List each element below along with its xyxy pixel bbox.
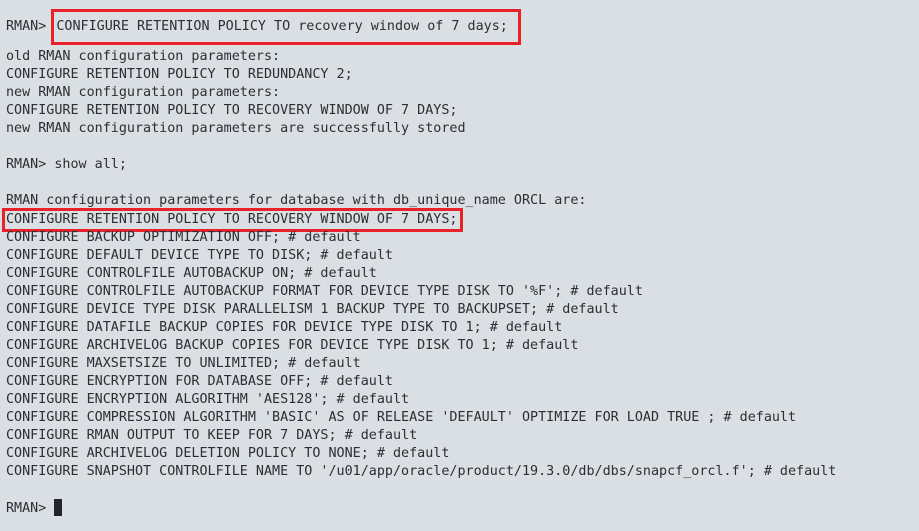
output-line: new RMAN configuration parameters are su… (6, 121, 466, 137)
config-line: CONFIGURE DEFAULT DEVICE TYPE TO DISK; #… (6, 247, 393, 263)
highlighted-retention-policy: CONFIGURE RETENTION POLICY TO RECOVERY W… (1, 207, 464, 232)
rman-prompt: RMAN> (6, 501, 55, 517)
highlighted-output-line: CONFIGURE RETENTION POLICY TO RECOVERY W… (1, 207, 919, 232)
command-text: show all; (54, 157, 127, 173)
config-line: CONFIGURE ENCRYPTION ALGORITHM 'AES128';… (6, 391, 410, 407)
config-line: CONFIGURE CONTROLFILE AUTOBACKUP FORMAT … (6, 283, 643, 299)
config-line: CONFIGURE DATAFILE BACKUP COPIES FOR DEV… (6, 319, 563, 335)
terminal-window[interactable]: RMAN> CONFIGURE RETENTION POLICY TO reco… (0, 0, 919, 531)
rman-prompt: RMAN> (6, 157, 55, 173)
output-line: CONFIGURE RETENTION POLICY TO RECOVERY W… (6, 103, 458, 119)
show-all-header: RMAN configuration parameters for databa… (6, 193, 587, 209)
config-line: CONFIGURE DEVICE TYPE DISK PARALLELISM 1… (6, 301, 619, 317)
config-line: CONFIGURE CONTROLFILE AUTOBACKUP ON; # d… (6, 265, 377, 281)
config-line: CONFIGURE BACKUP OPTIMIZATION OFF; # def… (6, 229, 361, 245)
output-line: old RMAN configuration parameters: (6, 49, 281, 65)
config-line: CONFIGURE RMAN OUTPUT TO KEEP FOR 7 DAYS… (6, 428, 418, 444)
prompt-line-3[interactable]: RMAN> (6, 499, 919, 517)
text-cursor[interactable] (54, 499, 63, 517)
config-line: CONFIGURE ENCRYPTION FOR DATABASE OFF; #… (6, 373, 393, 389)
prompt-line-2: RMAN> show all; (6, 156, 919, 174)
prompt-line-1: RMAN> CONFIGURE RETENTION POLICY TO reco… (6, 8, 919, 46)
output-line: new RMAN configuration parameters: (6, 85, 281, 101)
config-line: CONFIGURE ARCHIVELOG BACKUP COPIES FOR D… (6, 337, 579, 353)
config-line: CONFIGURE SNAPSHOT CONTROLFILE NAME TO '… (6, 464, 837, 480)
config-line: CONFIGURE MAXSETSIZE TO UNLIMITED; # def… (6, 355, 361, 371)
output-line: CONFIGURE RETENTION POLICY TO REDUNDANCY… (6, 67, 353, 83)
config-line: CONFIGURE COMPRESSION ALGORITHM 'BASIC' … (6, 410, 797, 426)
config-line: CONFIGURE ARCHIVELOG DELETION POLICY TO … (6, 446, 450, 462)
